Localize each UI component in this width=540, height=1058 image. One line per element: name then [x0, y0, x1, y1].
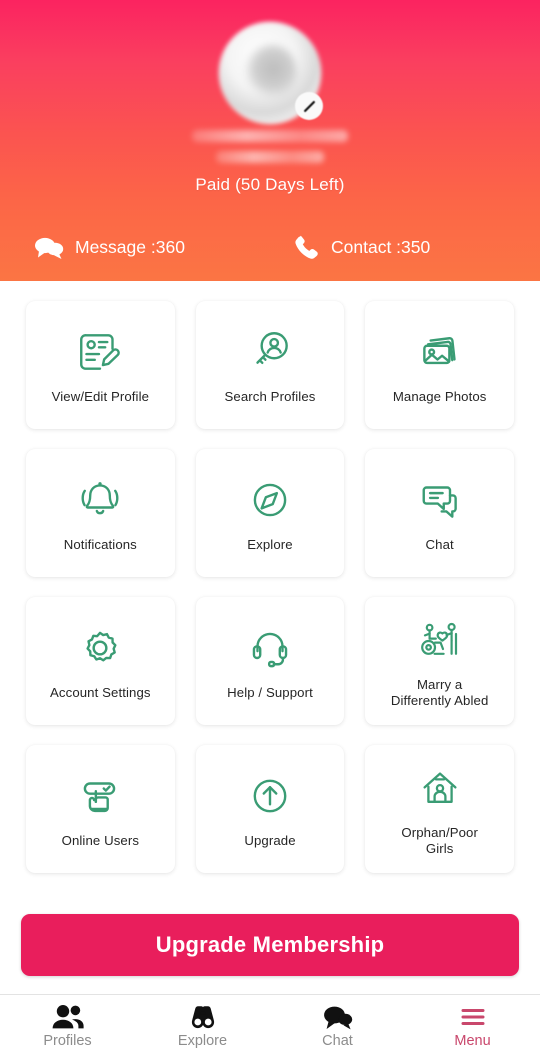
wheelchair-couple-icon — [415, 611, 465, 669]
bell-icon — [75, 471, 125, 529]
nav-label: Chat — [322, 1033, 353, 1049]
name-blur-bar — [192, 130, 348, 142]
nav-item-profiles[interactable]: Profiles — [0, 1004, 135, 1049]
tile-label: Explore — [247, 536, 293, 552]
app-screen: Paid (50 Days Left) Message :360 Contact… — [0, 0, 540, 1058]
tile-label: Online Users — [61, 832, 140, 848]
tile-marry-differently-abled[interactable]: Marry a Differently Abled — [365, 597, 514, 725]
tile-help-support[interactable]: Help / Support — [195, 597, 345, 725]
tile-label: Marry a Differently Abled — [390, 676, 489, 709]
tile-notifications[interactable]: Notifications — [26, 449, 175, 577]
nav-item-menu[interactable]: Menu — [405, 1004, 540, 1049]
profile-card-edit-icon — [75, 323, 125, 381]
upgrade-section: Upgrade Membership — [0, 892, 540, 994]
magnifier-person-icon — [245, 323, 295, 381]
phone-handset-icon — [293, 234, 320, 261]
membership-status: Paid (50 Days Left) — [195, 175, 345, 194]
people-icon — [51, 1004, 85, 1030]
tile-explore[interactable]: Explore — [195, 449, 345, 577]
tile-manage-photos[interactable]: Manage Photos — [365, 301, 514, 429]
avatar[interactable] — [219, 22, 323, 124]
subtitle-blur-bar — [216, 151, 324, 163]
menu-grid: View/Edit Profile Search Profiles Manage… — [26, 301, 514, 873]
chat-bubbles-icon — [415, 471, 465, 529]
tile-label: Orphan/Poor Girls — [401, 824, 478, 857]
tile-online-users[interactable]: Online Users — [26, 745, 175, 873]
upgrade-membership-button[interactable]: Upgrade Membership — [21, 914, 519, 976]
message-stat-label: Message :360 — [75, 237, 185, 257]
menu-content: View/Edit Profile Search Profiles Manage… — [0, 281, 540, 892]
tile-chat[interactable]: Chat — [365, 449, 514, 577]
binoculars-icon — [186, 1004, 220, 1030]
tile-view-edit-profile[interactable]: View/Edit Profile — [26, 301, 175, 429]
contact-stat[interactable]: Contact :350 — [281, 234, 540, 261]
tile-label: Upgrade — [244, 832, 296, 848]
header-stats: Message :360 Contact :350 — [0, 234, 540, 261]
gear-icon — [75, 619, 125, 677]
nav-item-chat[interactable]: Chat — [270, 1004, 405, 1049]
nav-label: Profiles — [43, 1033, 92, 1049]
tile-label: View/Edit Profile — [51, 388, 150, 404]
photo-stack-icon — [415, 323, 465, 381]
tile-search-profiles[interactable]: Search Profiles — [195, 301, 345, 429]
tile-orphan-poor-girls[interactable]: Orphan/Poor Girls — [365, 745, 514, 873]
hand-tap-toggle-icon — [75, 767, 125, 825]
pencil-edit-icon[interactable] — [295, 92, 323, 120]
headset-support-icon — [245, 619, 295, 677]
message-stat[interactable]: Message :360 — [0, 236, 281, 260]
contact-stat-label: Contact :350 — [331, 237, 431, 257]
profile-name-redacted — [190, 130, 350, 163]
nav-item-explore[interactable]: Explore — [135, 1004, 270, 1049]
tile-label: Help / Support — [227, 684, 313, 700]
tile-account-settings[interactable]: Account Settings — [26, 597, 175, 725]
profile-header: Paid (50 Days Left) Message :360 Contact… — [0, 0, 540, 281]
message-bubbles-icon — [34, 236, 64, 260]
tile-label: Search Profiles — [224, 388, 316, 404]
house-person-icon — [415, 759, 465, 817]
tile-label: Manage Photos — [392, 388, 487, 404]
arrow-up-circle-icon — [245, 767, 295, 825]
nav-label: Explore — [177, 1033, 228, 1049]
nav-label: Menu — [454, 1033, 491, 1049]
tile-upgrade[interactable]: Upgrade — [195, 745, 345, 873]
bottom-navigation: Profiles Explore Chat Menu — [0, 994, 540, 1058]
tile-label: Notifications — [63, 536, 137, 552]
compass-icon — [245, 471, 295, 529]
hamburger-menu-icon — [456, 1004, 490, 1030]
chat-bubble-icon — [321, 1004, 355, 1030]
tile-label: Chat — [425, 536, 454, 552]
tile-label: Account Settings — [50, 684, 151, 700]
